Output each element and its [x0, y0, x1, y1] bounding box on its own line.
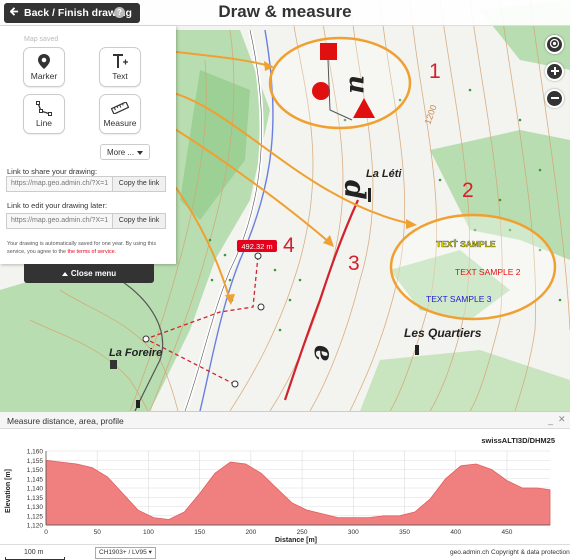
- annotation-number-3: 3: [348, 252, 360, 275]
- x-tick-label: 150: [194, 529, 205, 536]
- copy-edit-link-button[interactable]: Copy the link: [112, 213, 166, 229]
- chart-source-label: swissALTI3D/DHM25: [481, 436, 555, 445]
- y-tick-label: 1,120: [27, 523, 44, 530]
- x-tick-label: 0: [44, 529, 48, 536]
- measure-panel: Measure distance, area, profile _ ✕ 1,12…: [0, 411, 570, 544]
- zoom-out-icon: [550, 92, 560, 106]
- text-tool-button[interactable]: Text: [99, 47, 141, 87]
- drawn-circle: [312, 82, 330, 100]
- y-tick-label: 1,145: [27, 476, 44, 483]
- share-link-label: Link to share your drawing:: [7, 167, 98, 176]
- building: [415, 345, 419, 355]
- more-button[interactable]: More ...: [100, 144, 151, 160]
- y-tick-label: 1,160: [27, 449, 44, 456]
- text-icon: [112, 53, 128, 69]
- annotation-number-2: 2: [462, 179, 474, 202]
- scale-label: 100 m: [24, 549, 44, 556]
- more-label: More ...: [107, 147, 135, 157]
- edit-link-row: https://map.geo.admin.ch/?X=1 Copy the l…: [6, 213, 166, 229]
- text-sample-1: TEXT SAMPLE: [436, 239, 496, 249]
- projection-select[interactable]: CH1903+ / LV95 ▾: [95, 547, 156, 559]
- x-tick-label: 300: [348, 529, 359, 536]
- measure-tool-button[interactable]: Measure: [99, 94, 141, 134]
- geolocate-button[interactable]: [545, 35, 564, 54]
- copyright-link[interactable]: Copyright & data protection: [491, 549, 570, 556]
- caret-up-icon: [61, 269, 68, 278]
- close-icon[interactable]: ✕: [558, 414, 566, 425]
- edit-url-field[interactable]: https://map.geo.admin.ch/?X=1: [6, 213, 112, 229]
- chevron-down-icon: ▾: [148, 549, 152, 556]
- chart-x-axis-label: Distance [m]: [275, 537, 317, 544]
- geo-admin-link[interactable]: geo.admin.ch: [450, 549, 489, 556]
- save-note: Your drawing is automatically saved for …: [7, 240, 169, 256]
- zoom-in-button[interactable]: [545, 62, 564, 81]
- measure-tooltip: 492.32 m: [241, 242, 272, 251]
- map-letter-e: e: [308, 345, 338, 362]
- measure-vertex: [257, 303, 265, 311]
- place-label-la-foreire: La Foreire: [109, 347, 162, 359]
- building: [110, 360, 117, 369]
- text-tool-label: Text: [112, 71, 128, 81]
- geolocate-icon: [549, 38, 560, 52]
- chart-y-axis-label: Elevation [m]: [5, 469, 12, 513]
- x-tick-label: 50: [94, 529, 102, 536]
- y-tick-label: 1,135: [27, 495, 44, 502]
- page-title: Draw & measure: [218, 2, 352, 21]
- marker-tool-button[interactable]: Marker: [23, 47, 65, 87]
- elevation-profile-chart: 1,120 1,125 1,130 1,135 1,140 1,145 1,150 1,155…: [5, 436, 555, 544]
- annotation-number-4: 4: [283, 234, 295, 257]
- measure-vertex: [231, 380, 239, 388]
- save-note-end: .: [114, 249, 117, 255]
- map-letter-d: d: [338, 180, 371, 200]
- y-tick-label: 1,125: [27, 513, 44, 520]
- projection-value: CH1903+ / LV95: [99, 549, 147, 556]
- copy-share-link-button[interactable]: Copy the link: [112, 176, 166, 192]
- x-tick-label: 250: [297, 529, 308, 536]
- line-tool-label: Line: [35, 118, 53, 128]
- measure-panel-title: Measure distance, area, profile: [7, 416, 124, 426]
- x-tick-label: 200: [245, 529, 256, 536]
- measure-vertex: [142, 335, 150, 343]
- zoom-in-icon: [550, 65, 560, 79]
- measure-vertex: [254, 252, 262, 260]
- y-tick-label: 1,155: [27, 458, 44, 465]
- marker-tool-label: Marker: [30, 71, 58, 81]
- minimize-icon[interactable]: _: [548, 415, 553, 425]
- zoom-out-button[interactable]: [545, 89, 564, 108]
- top-bar: Back / Finish drawing ? Draw & measure: [0, 0, 570, 26]
- close-menu-button[interactable]: Close menu: [24, 264, 154, 283]
- x-tick-label: 350: [399, 529, 410, 536]
- drawing-panel: Map saved Marker Text Line Measure More …: [0, 26, 176, 264]
- text-sample-3: TEXT SAMPLE 3: [426, 294, 492, 304]
- y-tick-label: 1,150: [27, 467, 44, 474]
- share-url-field[interactable]: https://map.geo.admin.ch/?X=1: [6, 176, 112, 192]
- caret-down-icon: [137, 148, 144, 157]
- line-tool-button[interactable]: Line: [23, 94, 65, 134]
- building: [136, 400, 140, 408]
- place-label-la-leti: La Léti: [366, 168, 402, 180]
- x-tick-label: 400: [450, 529, 461, 536]
- map-letter-u: u: [343, 75, 373, 94]
- map-saved-status: Map saved: [24, 36, 59, 43]
- y-tick-label: 1,130: [27, 504, 44, 511]
- place-label-les-quartiers: Les Quartiers: [404, 326, 482, 340]
- elevation-area: [45, 459, 551, 526]
- line-icon: [36, 100, 52, 116]
- close-menu-label: Close menu: [70, 269, 117, 278]
- drawn-square: [320, 43, 337, 60]
- share-link-row: https://map.geo.admin.ch/?X=1 Copy the l…: [6, 176, 166, 192]
- bottom-bar: 100 m CH1903+ / LV95 ▾ geo.admin.ch Copy…: [0, 544, 570, 560]
- y-tick-label: 1,140: [27, 486, 44, 493]
- x-tick-label: 100: [143, 529, 154, 536]
- measure-panel-header: Measure distance, area, profile _ ✕: [0, 412, 570, 429]
- ruler-icon: [111, 100, 129, 116]
- measure-tool-label: Measure: [103, 118, 137, 128]
- terms-of-service-link[interactable]: the terms of service: [68, 249, 115, 255]
- annotation-number-1: 1: [429, 60, 441, 83]
- x-tick-label: 450: [502, 529, 513, 536]
- marker-icon: [38, 53, 50, 69]
- text-sample-2: TEXT SAMPLE 2: [455, 267, 521, 277]
- edit-link-label: Link to edit your drawing later:: [7, 201, 108, 210]
